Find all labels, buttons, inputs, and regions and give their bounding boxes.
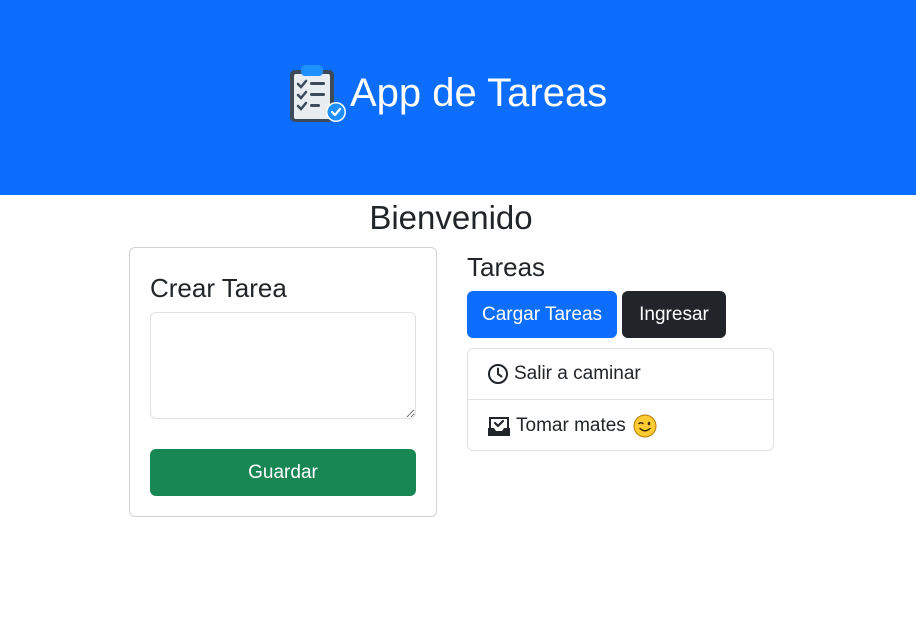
create-task-title: Crear Tarea [150, 273, 287, 303]
create-task-card: Crear Tarea Guardar [129, 247, 437, 517]
clock-icon [488, 364, 508, 384]
load-tasks-button[interactable]: Cargar Tareas [467, 291, 617, 338]
list-item[interactable]: Tomar mates [468, 400, 773, 451]
list-item-label: Salir a caminar [514, 363, 641, 384]
brand: App de Tareas [286, 62, 607, 124]
inbox-check-icon [488, 416, 510, 436]
app-title: App de Tareas [350, 71, 608, 115]
list-item-label: Tomar mates [516, 414, 626, 436]
winking-face-emoji [633, 414, 657, 437]
app-header: App de Tareas [0, 0, 916, 195]
task-textarea[interactable] [150, 312, 416, 419]
tasks-title: Tareas [467, 252, 546, 282]
login-button[interactable]: Ingresar [622, 291, 726, 338]
clipboard-check-icon [290, 65, 346, 122]
list-item[interactable]: Salir a caminar [468, 349, 773, 400]
save-button[interactable]: Guardar [150, 449, 416, 496]
welcome-heading: Bienvenido [369, 199, 533, 236]
task-list: Salir a caminar Tomar mates [467, 348, 774, 451]
